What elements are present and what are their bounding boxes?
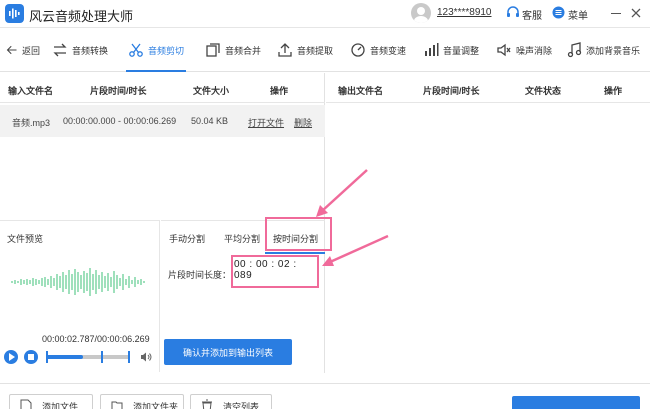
add-file-label: 添加文件 — [42, 401, 79, 409]
toolbar: 返回 音频转换 音频剪切 音频合并 音频提取 音频变速 音量调整 噪声消除 添加… — [0, 28, 650, 72]
highlight-box — [265, 217, 332, 251]
stop-button[interactable] — [24, 350, 38, 364]
table-row[interactable]: 音频.mp3 00:00:00.000 - 00:00:06.269 50.04… — [0, 105, 325, 137]
confirm-add-to-output-button[interactable]: 确认并添加到输出列表 — [164, 339, 292, 365]
app-title: 风云音频处理大师 — [29, 9, 134, 24]
tool-noise-removal[interactable]: 噪声消除 — [496, 28, 552, 72]
tool-audio-speed[interactable]: 音频变速 — [350, 28, 406, 72]
speaker-mute-icon — [497, 43, 511, 57]
tab-average-split[interactable]: 平均分割 — [224, 232, 260, 245]
customer-service-button[interactable]: 客服 — [522, 7, 542, 22]
segment-marker[interactable] — [46, 351, 48, 363]
start-button[interactable] — [512, 396, 640, 409]
tool-label: 噪声消除 — [516, 45, 553, 56]
tool-add-background-music[interactable]: 添加背景音乐 — [566, 28, 640, 72]
file-preview: 文件预览 00:00:02.787/00:00:06.269 — [0, 220, 160, 372]
menu-icon[interactable] — [552, 6, 565, 19]
scissors-icon — [129, 43, 143, 57]
title-bar: 风云音频处理大师 123****8910 客服 菜单 — [0, 0, 650, 28]
highlight-box — [231, 255, 319, 288]
tool-label: 音频剪切 — [148, 45, 185, 56]
folder-icon — [111, 401, 123, 409]
output-panel: 输出文件名 片段时间/时长 文件状态 操作 — [326, 73, 650, 373]
speed-icon — [351, 43, 365, 57]
segment-length-label: 片段时间长度： — [168, 270, 232, 280]
headset-icon[interactable] — [506, 6, 520, 20]
col-output-filename: 输出文件名 — [338, 86, 384, 96]
upload-icon — [278, 43, 292, 57]
waveform — [11, 268, 145, 296]
delete-link[interactable]: 删除 — [294, 116, 312, 129]
back-label: 返回 — [22, 45, 41, 56]
tool-volume-adjust[interactable]: 音量调整 — [423, 28, 479, 72]
segment-marker[interactable] — [128, 351, 130, 363]
tool-audio-cut[interactable]: 音频剪切 — [125, 28, 187, 72]
play-button[interactable] — [4, 350, 18, 364]
file-name: 音频.mp3 — [12, 118, 51, 128]
convert-icon — [53, 43, 67, 57]
merge-icon — [206, 43, 220, 57]
menu-button[interactable]: 菜单 — [568, 7, 588, 22]
col-actions: 操作 — [604, 86, 623, 96]
segment-marker[interactable] — [101, 351, 103, 363]
add-file-button[interactable]: 添加文件 — [9, 394, 93, 409]
bottom-bar: 添加文件 添加文件夹 清空列表 — [0, 383, 650, 409]
tool-label: 音频转换 — [72, 45, 109, 56]
file-icon — [20, 399, 32, 409]
tool-label: 音频提取 — [297, 45, 334, 56]
music-note-icon — [567, 42, 582, 58]
tool-audio-extract[interactable]: 音频提取 — [277, 28, 333, 72]
preview-title: 文件预览 — [7, 234, 44, 244]
close-icon[interactable] — [628, 5, 644, 21]
app-logo-icon — [5, 4, 24, 23]
col-file-status: 文件状态 — [525, 86, 562, 96]
tool-label: 添加背景音乐 — [586, 45, 641, 56]
volume-icon[interactable] — [140, 351, 152, 363]
playback-slider[interactable] — [46, 351, 130, 363]
add-folder-label: 添加文件夹 — [133, 401, 179, 409]
output-table-header: 输出文件名 片段时间/时长 文件状态 操作 — [326, 73, 650, 103]
tool-label: 音量调整 — [443, 45, 480, 56]
clear-list-label: 清空列表 — [223, 401, 260, 409]
arrow-left-icon — [6, 45, 17, 55]
tool-audio-convert[interactable]: 音频转换 — [52, 28, 108, 72]
playback-progress-fill — [46, 355, 83, 359]
tool-audio-merge[interactable]: 音频合并 — [205, 28, 261, 72]
file-size: 50.04 KB — [191, 116, 229, 126]
user-account-link[interactable]: 123****8910 — [437, 7, 492, 18]
trash-icon — [202, 399, 212, 409]
col-file-size: 文件大小 — [193, 86, 230, 96]
input-table-header: 输入文件名 片段时间/时长 文件大小 操作 — [0, 73, 325, 103]
active-tab-indicator — [265, 252, 325, 254]
back-button[interactable]: 返回 — [6, 28, 40, 72]
add-folder-button[interactable]: 添加文件夹 — [100, 394, 184, 409]
volume-bars-icon — [425, 43, 439, 56]
col-segment-time: 片段时间/时长 — [423, 86, 480, 96]
tab-manual-split[interactable]: 手动分割 — [169, 232, 205, 245]
minimize-button[interactable] — [609, 5, 623, 21]
playback-time: 00:00:02.787/00:00:06.269 — [42, 334, 150, 344]
tool-label: 音频变速 — [370, 45, 407, 56]
col-input-filename: 输入文件名 — [8, 86, 54, 96]
clear-list-button[interactable]: 清空列表 — [190, 394, 272, 409]
col-segment-time: 片段时间/时长 — [90, 86, 147, 96]
open-file-link[interactable]: 打开文件 — [248, 116, 284, 129]
segment-time: 00:00:00.000 - 00:00:06.269 — [63, 116, 177, 126]
tool-label: 音频合并 — [225, 45, 262, 56]
avatar[interactable] — [411, 3, 431, 23]
col-actions: 操作 — [270, 86, 289, 96]
